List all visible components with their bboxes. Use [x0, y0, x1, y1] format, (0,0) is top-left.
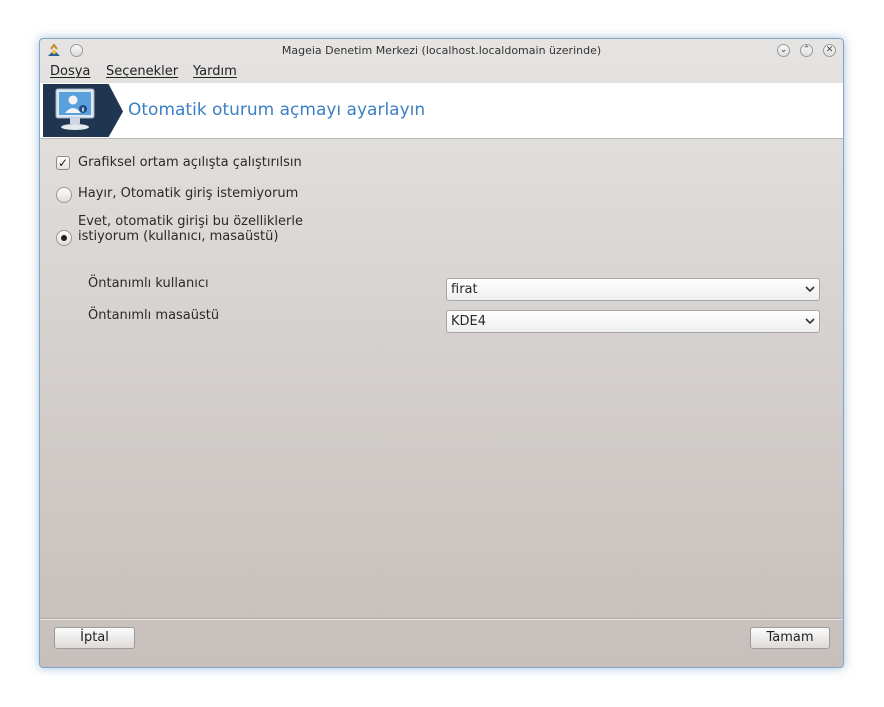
default-desktop-value: KDE4: [451, 314, 487, 329]
title-bar[interactable]: Mageia Denetim Merkezi (localhost.locald…: [40, 39, 843, 63]
minimize-button[interactable]: ⌄: [777, 44, 790, 57]
yes-autologin-label[interactable]: Evet, otomatik girişi bu özelliklerle is…: [78, 214, 308, 244]
header-banner: Otomatik oturum açmayı ayarlayın: [40, 83, 843, 139]
page-title: Otomatik oturum açmayı ayarlayın: [128, 100, 426, 120]
chevron-down-icon: [805, 318, 815, 325]
ok-button[interactable]: Tamam: [750, 627, 830, 649]
no-autologin-radio[interactable]: [56, 187, 72, 203]
default-desktop-label: Öntanımlı masaüstü: [88, 308, 220, 323]
footer-divider: [40, 618, 843, 620]
window-title: Mageia Denetim Merkezi (localhost.locald…: [281, 44, 602, 57]
chevron-down-icon: [805, 286, 815, 293]
start-graphical-checkbox[interactable]: ✓: [56, 156, 70, 170]
maximize-button[interactable]: ⌃: [800, 44, 813, 57]
default-user-select[interactable]: firat: [446, 278, 820, 301]
default-desktop-select[interactable]: KDE4: [446, 310, 820, 333]
yes-autologin-radio[interactable]: [56, 230, 72, 246]
default-user-value: firat: [451, 282, 478, 297]
menu-file[interactable]: Dosya: [50, 64, 90, 79]
menu-options[interactable]: Seçenekler: [106, 64, 178, 79]
start-graphical-label[interactable]: Grafiksel ortam açılışta çalıştırılsın: [78, 155, 302, 170]
menu-bar: Dosya Seçenekler Yardım: [40, 64, 843, 82]
close-button[interactable]: ✕: [823, 44, 836, 57]
default-user-label: Öntanımlı kullanıcı: [88, 276, 209, 291]
cancel-button[interactable]: İptal: [54, 627, 135, 649]
no-autologin-label[interactable]: Hayır, Otomatik giriş istemiyorum: [78, 186, 298, 201]
main-window: Mageia Denetim Merkezi (localhost.locald…: [39, 38, 844, 668]
menu-help[interactable]: Yardım: [193, 64, 237, 79]
user-monitor-icon: [55, 88, 95, 130]
banner-icon-box: [43, 84, 123, 137]
